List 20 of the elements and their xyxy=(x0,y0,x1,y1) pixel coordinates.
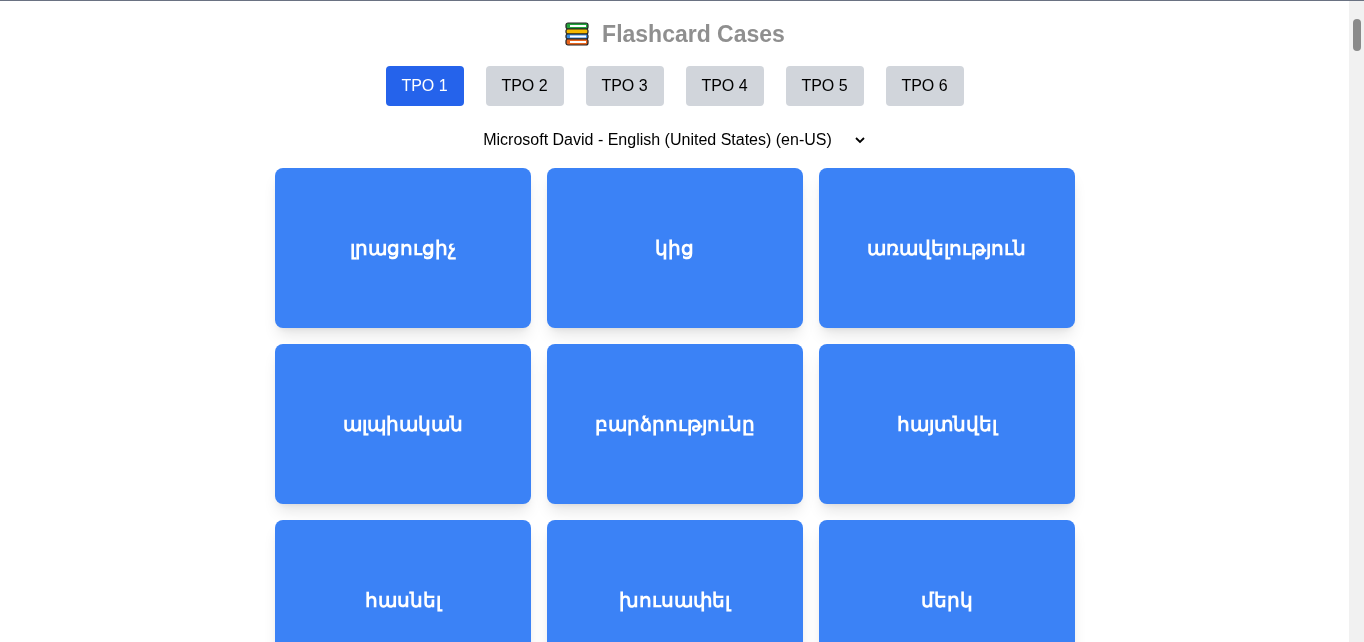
chevron-down-icon xyxy=(853,134,866,146)
tab[interactable]: TPO 6 xyxy=(885,66,964,106)
tab[interactable]: TPO 4 xyxy=(685,66,764,106)
flashcard[interactable]: լրացուցիչ xyxy=(274,168,531,328)
flashcard[interactable]: խուսափել xyxy=(546,520,803,642)
flashcard[interactable]: կից xyxy=(546,168,803,328)
tab[interactable]: TPO 1 xyxy=(385,66,464,106)
page-title: Flashcard Cases xyxy=(602,19,785,49)
flashcard[interactable]: հասնել xyxy=(274,520,531,642)
tab[interactable]: TPO 2 xyxy=(485,66,564,106)
scrollbar-thumb[interactable] xyxy=(1352,19,1361,51)
flashcard[interactable]: հայտնվել xyxy=(818,344,1075,504)
flashcard[interactable]: ալպիական xyxy=(274,344,531,504)
flashcard[interactable]: առավելություն xyxy=(818,168,1075,328)
flashcard[interactable]: մերկ xyxy=(818,520,1075,642)
books-icon xyxy=(564,21,591,47)
tab[interactable]: TPO 3 xyxy=(585,66,664,106)
flashcard[interactable]: բարձրությունը xyxy=(546,344,803,504)
voice-select[interactable]: Microsoft David - English (United States) (en-US) xyxy=(483,128,866,152)
tab[interactable]: TPO 5 xyxy=(785,66,864,106)
